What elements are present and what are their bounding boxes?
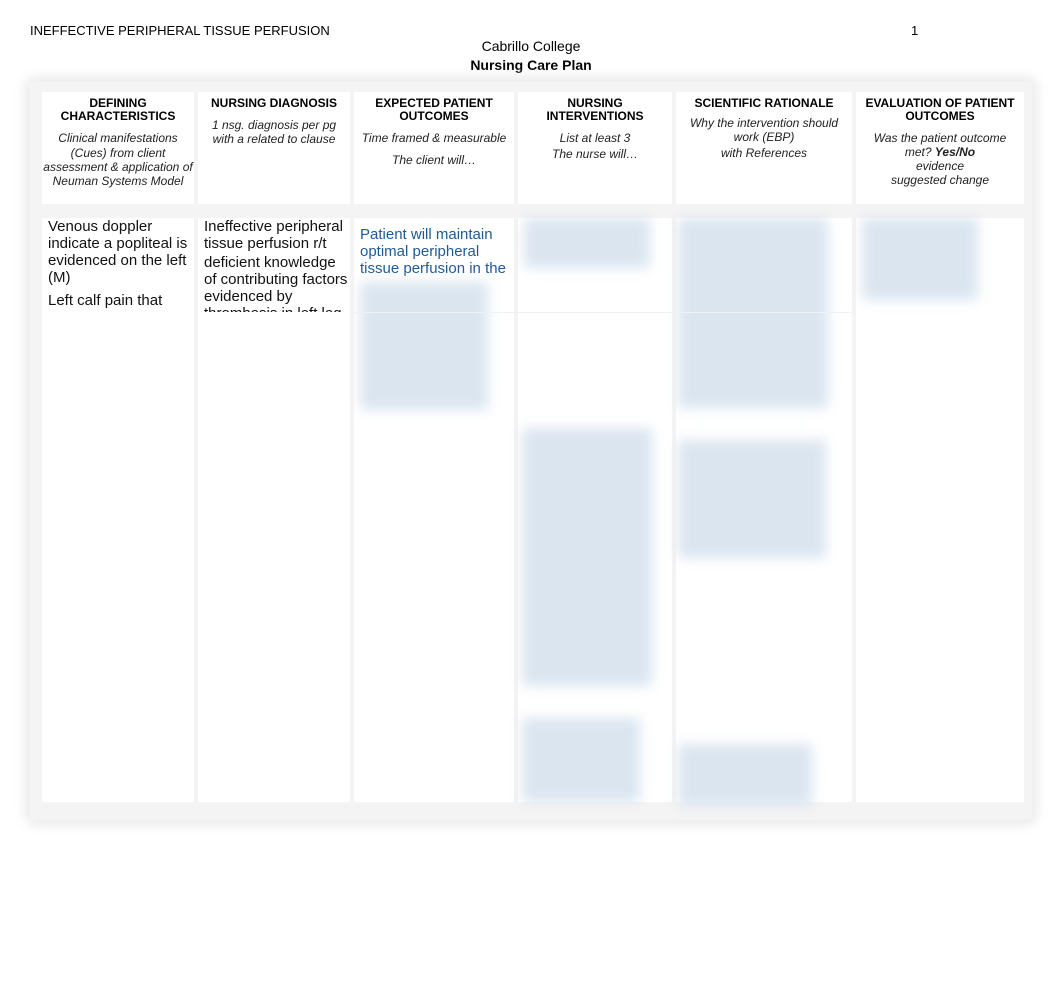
column-subtitle: Clinical manifestations bbox=[58, 131, 178, 145]
column-title: NURSING DIAGNOSIS bbox=[210, 96, 337, 110]
column-subtitle: with References bbox=[720, 146, 808, 160]
cell-defining-characteristics: Venous doppler indicate a popliteal is e… bbox=[42, 218, 194, 802]
page-number: 1 bbox=[911, 23, 919, 38]
column-title: EVALUATION OF PATIENT OUTCOMES bbox=[865, 96, 1015, 123]
column-subtitle: Was the patient outcome met? Yes/No bbox=[856, 131, 1024, 159]
outcome-text: Patient will maintain optimal peripheral… bbox=[360, 226, 506, 277]
blurred-intervention-text bbox=[524, 218, 650, 268]
diagnosis-text: deficient knowledge of contributing fact… bbox=[204, 254, 348, 312]
header-evaluation: EVALUATION OF PATIENT OUTCOMES Was the p… bbox=[856, 92, 1024, 204]
column-subtitle: List at least 3 bbox=[559, 131, 631, 145]
header-nursing-diagnosis: NURSING DIAGNOSIS 1 nsg. diagnosis per p… bbox=[198, 92, 350, 204]
blurred-intervention-text bbox=[522, 718, 640, 802]
column-subtitle: The client will… bbox=[391, 153, 477, 167]
blurred-rationale-text bbox=[678, 218, 828, 408]
blurred-rationale-text bbox=[678, 744, 812, 806]
blurred-evaluation-text bbox=[862, 218, 978, 300]
column-subtitle: The nurse will… bbox=[551, 147, 639, 161]
cue-text: Left calf pain that bbox=[48, 292, 163, 309]
diagnosis-text: Ineffective peripheral tissue perfusion … bbox=[204, 218, 343, 252]
column-subtitle: (Cues) from client assessment & applicat… bbox=[43, 146, 193, 188]
document-title: Nursing Care Plan bbox=[470, 57, 592, 73]
cue-text: Venous doppler indicate a popliteal is e… bbox=[48, 218, 188, 286]
row-divider bbox=[354, 312, 852, 313]
column-subtitle: Time framed & measurable bbox=[361, 131, 507, 145]
yes-no-label: Yes/No bbox=[934, 145, 976, 159]
running-head: INEFFECTIVE PERIPHERAL TISSUE PERFUSION bbox=[30, 23, 330, 38]
column-title: DEFINING CHARACTERISTICS bbox=[60, 96, 176, 123]
header-defining-characteristics: DEFINING CHARACTERISTICS Clinical manife… bbox=[42, 92, 194, 204]
column-subtitle: evidence bbox=[915, 159, 965, 173]
cell-evaluation bbox=[856, 218, 1024, 802]
blurred-rationale-text bbox=[678, 440, 826, 558]
cell-nursing-diagnosis: Ineffective peripheral tissue perfusion … bbox=[198, 218, 350, 802]
blurred-intervention-text bbox=[522, 428, 652, 686]
header-scientific-rationale: SCIENTIFIC RATIONALE Why the interventio… bbox=[676, 92, 852, 204]
header-expected-outcomes: EXPECTED PATIENT OUTCOMES Time framed & … bbox=[354, 92, 514, 204]
column-subtitle: 1 nsg. diagnosis per pg with a related t… bbox=[211, 118, 337, 146]
column-title: EXPECTED PATIENT OUTCOMES bbox=[375, 96, 493, 123]
blurred-outcome-text bbox=[360, 282, 488, 410]
header-nursing-interventions: NURSING INTERVENTIONS List at least 3 Th… bbox=[518, 92, 672, 204]
column-title: NURSING INTERVENTIONS bbox=[546, 96, 644, 123]
institution-name: Cabrillo College bbox=[481, 38, 581, 54]
column-subtitle: Why the intervention should work (EBP) bbox=[689, 116, 839, 144]
column-title: SCIENTIFIC RATIONALE bbox=[694, 96, 834, 110]
column-subtitle: suggested change bbox=[890, 173, 990, 187]
